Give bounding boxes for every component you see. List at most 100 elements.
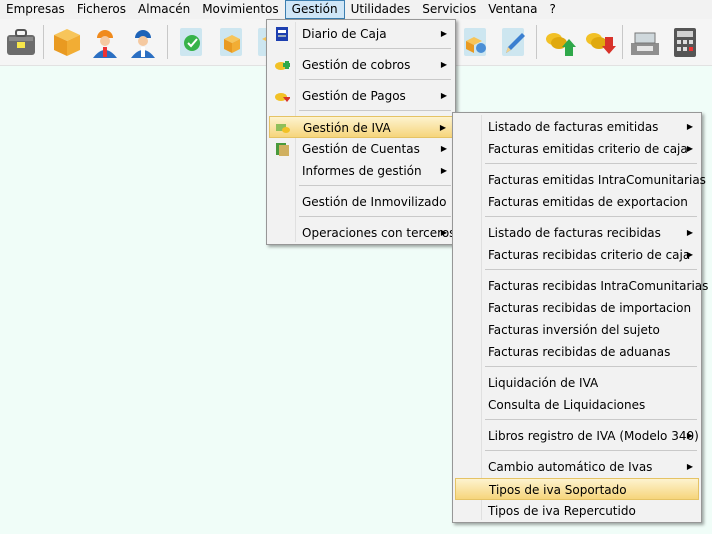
menu-item-label: Facturas emitidas IntraComunitarias — [488, 173, 706, 187]
menu-item-cambio-automatico-ivas[interactable]: Cambio automático de Ivas ▶ — [455, 456, 699, 478]
money-icon — [275, 120, 291, 136]
toolbar-separator — [43, 25, 44, 59]
menu-item-label: Facturas recibidas de aduanas — [488, 345, 671, 359]
menu-item-consulta-liquidaciones[interactable]: Consulta de Liquidaciones — [455, 394, 699, 416]
submenu-arrow-icon: ▶ — [440, 144, 447, 153]
submenu-arrow-icon: ▶ — [686, 144, 693, 153]
menu-item-label: Listado de facturas emitidas — [488, 120, 659, 134]
menu-separator — [485, 366, 697, 367]
menu-item-recibidas-importacion[interactable]: Facturas recibidas de importacion — [455, 297, 699, 319]
menu-item-diario-caja[interactable]: Diario de Caja ▶ — [269, 23, 453, 45]
ledger-icon — [274, 141, 290, 157]
menu-separator — [299, 110, 451, 111]
menu-item-label: Facturas inversión del sujeto — [488, 323, 660, 337]
submenu-arrow-icon: ▶ — [686, 122, 693, 131]
menu-item-gestion-inmovilizado[interactable]: Gestión de Inmovilizado — [269, 191, 453, 213]
menu-separator — [299, 216, 451, 217]
coins-minus-icon — [274, 88, 291, 104]
menu-item-label: Gestión de Inmovilizado — [302, 195, 447, 209]
menu-item-label: Consulta de Liquidaciones — [488, 398, 646, 412]
menu-item-label: Gestión de Pagos — [302, 89, 406, 103]
menu-item-label: Gestión de cobros — [302, 58, 411, 72]
document-settings-icon[interactable] — [459, 25, 493, 59]
menu-separator — [485, 163, 697, 164]
submenu-arrow-icon: ▶ — [440, 228, 447, 237]
coins-out-icon[interactable] — [583, 25, 617, 59]
briefcase-icon[interactable] — [4, 25, 38, 59]
worker-blue-icon[interactable] — [126, 25, 160, 59]
toolbar-separator — [167, 25, 168, 59]
menu-item-emitidas-exportacion[interactable]: Facturas emitidas de exportacion — [455, 191, 699, 213]
menu-item-gestion-cuentas[interactable]: Gestión de Cuentas ▶ — [269, 138, 453, 160]
menu-item-label: Libros registro de IVA (Modelo 340) — [488, 429, 699, 443]
menu-item-recibidas-aduanas[interactable]: Facturas recibidas de aduanas — [455, 341, 699, 363]
menu-item-label: Cambio automático de Ivas — [488, 460, 653, 474]
submenu-arrow-icon: ▶ — [686, 250, 693, 259]
menu-item-gestion-cobros[interactable]: Gestión de cobros ▶ — [269, 54, 453, 76]
submenu-arrow-icon: ▶ — [440, 91, 447, 100]
gestion-iva-submenu: Listado de facturas emitidas ▶ Facturas … — [452, 112, 708, 523]
menu-item-informes-gestion[interactable]: Informes de gestión ▶ — [269, 160, 453, 182]
menu-item-label: Facturas recibidas de importacion — [488, 301, 692, 315]
menu-servicios[interactable]: Servicios — [416, 0, 482, 19]
document-check-icon[interactable] — [175, 25, 209, 59]
menu-separator — [485, 450, 697, 451]
menu-ficheros[interactable]: Ficheros — [71, 0, 132, 19]
menu-separator — [299, 48, 451, 49]
menu-item-label: Facturas recibidas IntraComunitarias — [488, 279, 709, 293]
menu-item-label: Diario de Caja — [302, 27, 387, 41]
menu-separator — [485, 216, 697, 217]
menu-item-libros-registro-iva[interactable]: Libros registro de IVA (Modelo 340) ▶ — [455, 425, 699, 447]
menu-item-gestion-iva[interactable]: Gestión de IVA ▶ — [269, 116, 453, 138]
menu-separator — [485, 269, 697, 270]
menu-item-label: Tipos de iva Soportado — [489, 483, 627, 497]
package-icon[interactable] — [215, 25, 249, 59]
menu-item-label: Operaciones con terceros — [302, 226, 456, 240]
package-icon[interactable] — [253, 25, 267, 59]
calculator-icon[interactable] — [668, 25, 702, 59]
worker-orange-icon[interactable] — [88, 25, 122, 59]
menu-separator — [485, 419, 697, 420]
menu-item-label: Facturas emitidas criterio de caja — [488, 142, 688, 156]
menu-item-label: Informes de gestión — [302, 164, 422, 178]
menu-help[interactable]: ? — [544, 0, 562, 19]
menu-item-emitidas-criterio-caja[interactable]: Facturas emitidas criterio de caja ▶ — [455, 138, 699, 160]
menu-separator — [299, 185, 451, 186]
menu-item-label: Facturas emitidas de exportacion — [488, 195, 688, 209]
toolbar-separator — [622, 25, 623, 59]
pen-icon[interactable] — [497, 25, 531, 59]
toolbar-separator — [536, 25, 537, 59]
menu-item-listado-facturas-emitidas[interactable]: Listado de facturas emitidas ▶ — [455, 116, 699, 138]
submenu-arrow-icon: ▶ — [686, 462, 693, 471]
menu-ventana[interactable]: Ventana — [482, 0, 543, 19]
submenu-arrow-icon: ▶ — [440, 166, 447, 175]
menu-almacen[interactable]: Almacén — [132, 0, 196, 19]
menu-item-gestion-pagos[interactable]: Gestión de Pagos ▶ — [269, 85, 453, 107]
menu-item-recibidas-criterio-caja[interactable]: Facturas recibidas criterio de caja ▶ — [455, 244, 699, 266]
menu-movimientos[interactable]: Movimientos — [196, 0, 284, 19]
menu-item-operaciones-terceros[interactable]: Operaciones con terceros ▶ — [269, 222, 456, 244]
menu-item-listado-facturas-recibidas[interactable]: Listado de facturas recibidas ▶ — [455, 222, 699, 244]
menu-item-recibidas-intracomunitarias[interactable]: Facturas recibidas IntraComunitarias — [455, 275, 708, 297]
cash-register-icon[interactable] — [628, 25, 662, 59]
menu-bar: Empresas Ficheros Almacén Movimientos Ge… — [0, 0, 712, 19]
menu-utilidades[interactable]: Utilidades — [345, 0, 417, 19]
menu-item-emitidas-intracomunitarias[interactable]: Facturas emitidas IntraComunitarias — [455, 169, 706, 191]
submenu-arrow-icon: ▶ — [686, 228, 693, 237]
menu-separator — [299, 79, 451, 80]
menu-empresas[interactable]: Empresas — [0, 0, 71, 19]
menu-item-tipos-iva-soportado[interactable]: Tipos de iva Soportado — [455, 478, 699, 500]
box-icon[interactable] — [50, 25, 84, 59]
submenu-arrow-icon: ▶ — [686, 431, 693, 440]
menu-gestion[interactable]: Gestión — [284, 0, 345, 19]
book-icon — [274, 26, 290, 42]
menu-item-label: Facturas recibidas criterio de caja — [488, 248, 691, 262]
submenu-arrow-icon: ▶ — [440, 60, 447, 69]
menu-item-tipos-iva-repercutido[interactable]: Tipos de iva Repercutido — [455, 500, 699, 522]
menu-item-inversion-sujeto[interactable]: Facturas inversión del sujeto — [455, 319, 699, 341]
gestion-menu: Diario de Caja ▶ Gestión de cobros ▶ Ges… — [266, 19, 456, 245]
submenu-arrow-icon: ▶ — [440, 29, 447, 38]
coins-in-icon[interactable] — [543, 25, 577, 59]
menu-item-liquidacion-iva[interactable]: Liquidación de IVA — [455, 372, 699, 394]
menu-item-label: Liquidación de IVA — [488, 376, 599, 390]
